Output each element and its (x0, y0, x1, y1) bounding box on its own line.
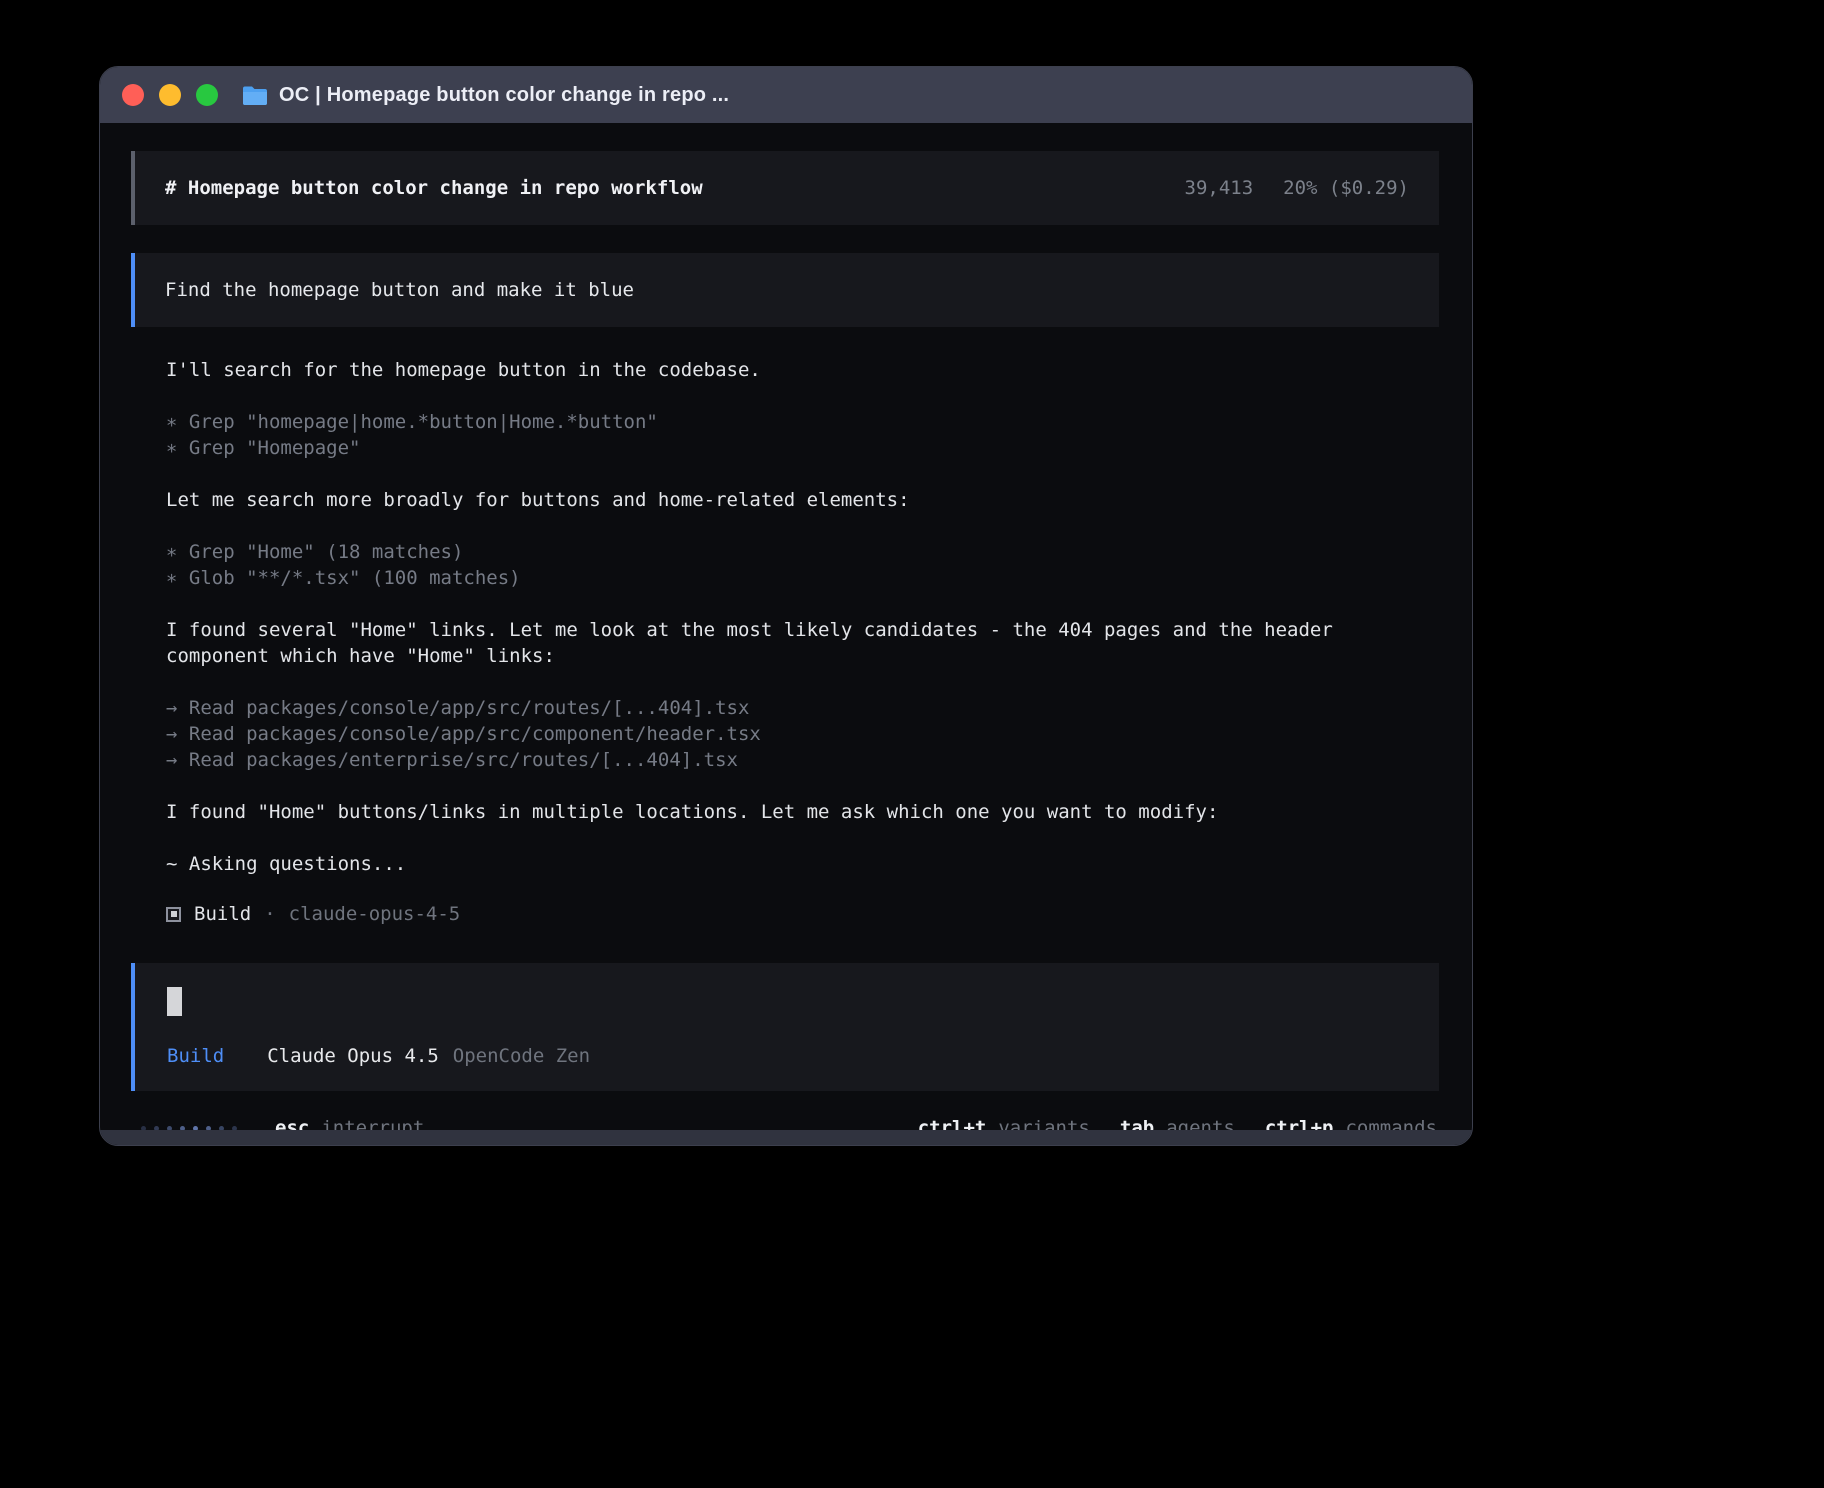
tool-call-group: ∗ Grep "homepage|home.*button|Home.*butt… (166, 409, 1437, 461)
titlebar[interactable]: OC | Homepage button color change in rep… (100, 67, 1472, 123)
tool-call-group: ∗ Grep "Home" (18 matches) ∗ Glob "**/*.… (166, 539, 1437, 591)
tool-call-read: → Read packages/console/app/src/componen… (166, 721, 1437, 747)
context-cost: 20% ($0.29) (1283, 175, 1409, 201)
user-message: Find the homepage button and make it blu… (131, 253, 1439, 327)
window-title: OC | Homepage button color change in rep… (279, 84, 729, 107)
close-button[interactable] (122, 84, 144, 106)
window-title-area: OC | Homepage button color change in rep… (242, 84, 729, 107)
tool-call-grep: ∗ Grep "Home" (18 matches) (166, 539, 1437, 565)
terminal-window: OC | Homepage button color change in rep… (99, 66, 1473, 1146)
tool-call-group: → Read packages/console/app/src/routes/[… (166, 695, 1437, 773)
status-text: ~ Asking questions... (166, 851, 1437, 877)
window-bottom-edge (100, 1130, 1472, 1145)
agent-icon (166, 907, 181, 922)
assistant-text: Let me search more broadly for buttons a… (166, 487, 1437, 513)
traffic-lights (122, 84, 218, 106)
prompt-input[interactable]: Build Claude Opus 4.5 OpenCode Zen (131, 963, 1439, 1091)
assistant-text: I'll search for the homepage button in t… (166, 357, 1437, 383)
model-row: Build Claude Opus 4.5 OpenCode Zen (167, 1043, 1409, 1069)
tool-call-read: → Read packages/console/app/src/routes/[… (166, 695, 1437, 721)
mode-label[interactable]: Build (167, 1043, 224, 1069)
session-title: # Homepage button color change in repo w… (165, 175, 703, 201)
token-count: 39,413 (1185, 175, 1254, 201)
provider-name: OpenCode Zen (453, 1043, 590, 1069)
folder-icon (242, 85, 268, 106)
text-cursor (167, 987, 182, 1016)
agent-model: claude-opus-4-5 (289, 903, 461, 925)
session-header: # Homepage button color change in repo w… (131, 151, 1439, 225)
tool-call-glob: ∗ Glob "**/*.tsx" (100 matches) (166, 565, 1437, 591)
agent-name: Build (194, 903, 251, 925)
assistant-text: I found several "Home" links. Let me loo… (166, 617, 1437, 669)
separator-dot: · (264, 903, 275, 925)
agent-line: Build · claude-opus-4-5 (166, 903, 1437, 925)
minimize-button[interactable] (159, 84, 181, 106)
model-name[interactable]: Claude Opus 4.5 (267, 1043, 439, 1069)
session-stats: 39,413 20% ($0.29) (1185, 175, 1409, 201)
tool-call-grep: ∗ Grep "homepage|home.*button|Home.*butt… (166, 409, 1437, 435)
tool-call-read: → Read packages/enterprise/src/routes/[.… (166, 747, 1437, 773)
terminal-content: # Homepage button color change in repo w… (100, 123, 1472, 1139)
assistant-text: I found "Home" buttons/links in multiple… (166, 799, 1437, 825)
tool-call-grep: ∗ Grep "Homepage" (166, 435, 1437, 461)
zoom-button[interactable] (196, 84, 218, 106)
transcript: I'll search for the homepage button in t… (131, 357, 1439, 925)
